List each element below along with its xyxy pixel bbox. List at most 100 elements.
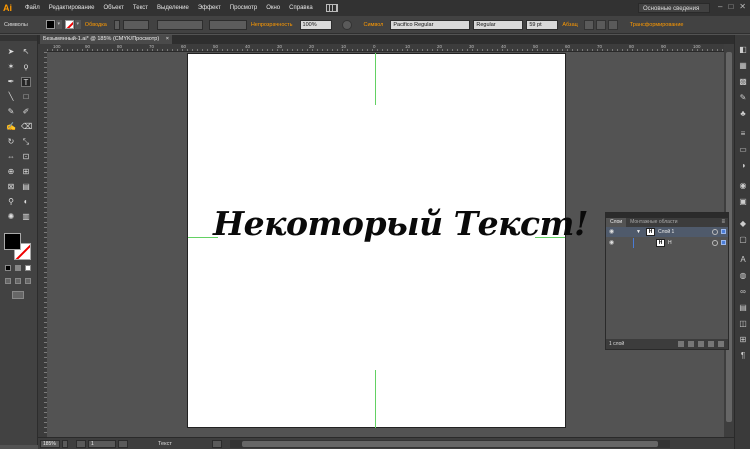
prev-artboard-button[interactable]	[76, 439, 86, 448]
make-clipping-mask-icon[interactable]	[688, 341, 694, 347]
next-artboard-button[interactable]	[118, 439, 128, 448]
direct-selection-tool-icon[interactable]: ↖	[21, 47, 31, 57]
transform-panel-icon[interactable]: ⊞	[738, 335, 748, 345]
delete-layer-icon[interactable]	[718, 341, 724, 347]
close-button[interactable]: ✕	[739, 2, 746, 11]
stroke-weight-stepper[interactable]	[113, 19, 120, 30]
minimize-button[interactable]: –	[718, 2, 722, 11]
character-panel-icon[interactable]: A	[738, 255, 748, 265]
lasso-tool-icon[interactable]: ϙ	[21, 62, 31, 72]
target-icon[interactable]	[712, 229, 718, 235]
stroke-swatch[interactable]	[64, 20, 74, 29]
maximize-button[interactable]: □	[728, 2, 733, 11]
variable-width-field[interactable]	[156, 19, 203, 30]
font-family-field[interactable]: Pacifico Regular	[390, 19, 471, 30]
sublayer-row[interactable]: ◉ H Н	[606, 238, 728, 248]
eyedropper-tool-icon[interactable]: ⚲	[6, 197, 16, 207]
draw-inside-icon[interactable]	[25, 278, 31, 284]
symbols-icon[interactable]: ♣	[738, 109, 748, 119]
eraser-tool-icon[interactable]: ⌫	[21, 122, 32, 132]
brush-field[interactable]	[208, 19, 247, 30]
blob-brush-tool-icon[interactable]: ✍	[6, 122, 16, 132]
recolor-icon[interactable]	[341, 19, 352, 30]
perspective-grid-tool-icon[interactable]: ⊞	[21, 167, 31, 177]
sublayer-target-icon[interactable]	[712, 240, 718, 246]
swatches-icon[interactable]: ▩	[738, 77, 748, 87]
menu-help[interactable]: Справка	[289, 5, 313, 11]
pathfinder-icon[interactable]: ◫	[738, 319, 748, 329]
mesh-tool-icon[interactable]: ⊠	[6, 182, 16, 192]
vertical-ruler[interactable]	[38, 52, 47, 437]
layer-row[interactable]: ◉ ▼ H Слой 1	[606, 227, 728, 237]
eye-icon[interactable]: ◉	[609, 229, 616, 235]
gradient-tool-icon[interactable]: ▤	[21, 182, 31, 192]
horizontal-scrollbar-thumb[interactable]	[241, 440, 658, 447]
draw-behind-icon[interactable]	[15, 278, 21, 284]
selection-tool-icon[interactable]: ➤	[6, 47, 16, 57]
stroke-weight-field[interactable]	[122, 19, 149, 30]
tab-artboards[interactable]: Монтажные области	[626, 218, 681, 227]
font-style-field[interactable]: Regular	[473, 19, 524, 30]
align-panel-icon[interactable]: ▤	[738, 303, 748, 313]
scale-tool-icon[interactable]: ⤡	[21, 137, 31, 147]
locate-object-icon[interactable]	[678, 341, 684, 347]
column-graph-tool-icon[interactable]: ▥	[21, 212, 31, 222]
graphic-styles-icon[interactable]: ▣	[738, 197, 748, 207]
line-tool-icon[interactable]: ╲	[6, 92, 16, 102]
color-panel-icon[interactable]: ◧	[738, 45, 748, 55]
menu-select[interactable]: Выделение	[157, 5, 189, 11]
pencil-tool-icon[interactable]: ✐	[21, 107, 31, 117]
gradient-panel-icon[interactable]: ▭	[738, 145, 748, 155]
free-transform-tool-icon[interactable]: ⊡	[21, 152, 31, 162]
expand-triangle-icon[interactable]: ▼	[636, 229, 641, 235]
transparency-icon[interactable]: ◑	[738, 161, 748, 171]
document-tab[interactable]: Безымянный-1.ai* @ 185% (CMYK/Просмотр) …	[40, 35, 172, 44]
appearance-icon[interactable]: ◉	[738, 181, 748, 191]
opacity-link[interactable]: Непрозрачность	[251, 22, 293, 28]
rotate-tool-icon[interactable]: ↻	[6, 137, 16, 147]
ruler-origin[interactable]	[38, 44, 47, 52]
sublayer-eye-icon[interactable]: ◉	[609, 240, 616, 246]
paintbrush-tool-icon[interactable]: ✎	[6, 107, 16, 117]
artboard-number-field[interactable]: 1	[88, 439, 116, 448]
type-tool-icon[interactable]: T	[21, 77, 31, 87]
status-menu-button[interactable]	[211, 439, 222, 448]
layer-name[interactable]: Слой 1	[658, 229, 674, 235]
new-sublayer-icon[interactable]	[698, 341, 704, 347]
pen-tool-icon[interactable]: ✒	[6, 77, 16, 87]
paragraph-panel-icon[interactable]: ¶	[738, 351, 748, 361]
transform-link[interactable]: Трансформирование	[630, 22, 684, 28]
layers-panel-icon[interactable]: ◆	[738, 219, 748, 229]
shape-builder-tool-icon[interactable]: ⊕	[6, 167, 16, 177]
rectangle-tool-icon[interactable]: □	[21, 92, 31, 102]
font-link[interactable]: Символ	[364, 22, 384, 28]
screen-mode-icon[interactable]	[12, 291, 24, 299]
links-icon[interactable]: ∞	[738, 287, 748, 297]
stroke-dropdown[interactable]: ▾	[74, 20, 81, 29]
color-guide-icon[interactable]: ▦	[738, 61, 748, 71]
menu-view[interactable]: Просмотр	[230, 5, 257, 11]
none-mode-icon[interactable]	[25, 265, 31, 271]
document-close-icon[interactable]: ×	[166, 35, 169, 44]
artboards-panel-icon[interactable]: ▢	[738, 235, 748, 245]
horizontal-scrollbar[interactable]	[229, 439, 670, 448]
globe-icon[interactable]: ◍	[738, 271, 748, 281]
draw-normal-icon[interactable]	[5, 278, 11, 284]
new-layer-icon[interactable]	[708, 341, 714, 347]
artboard-text-object[interactable]: Некоторый Текст!	[213, 204, 588, 243]
brushes-icon[interactable]: ✎	[738, 93, 748, 103]
menu-object[interactable]: Объект	[103, 5, 123, 11]
arrange-documents-icon[interactable]	[325, 4, 338, 12]
menu-edit[interactable]: Редактирование	[49, 5, 95, 11]
fill-color-box[interactable]	[4, 233, 21, 250]
sublayer-selection-indicator[interactable]	[721, 240, 726, 245]
paragraph-link[interactable]: Абзац	[562, 22, 577, 28]
font-size-field[interactable]: 59 pt	[526, 19, 559, 30]
panel-menu-icon[interactable]: ≡	[721, 218, 725, 227]
zoom-field[interactable]: 185%	[40, 439, 60, 448]
gradient-mode-icon[interactable]	[15, 265, 21, 271]
align-right-icon[interactable]	[607, 19, 618, 30]
menu-type[interactable]: Текст	[133, 5, 148, 11]
blend-tool-icon[interactable]: ◐	[21, 197, 31, 207]
opacity-field[interactable]: 100%	[299, 19, 332, 30]
